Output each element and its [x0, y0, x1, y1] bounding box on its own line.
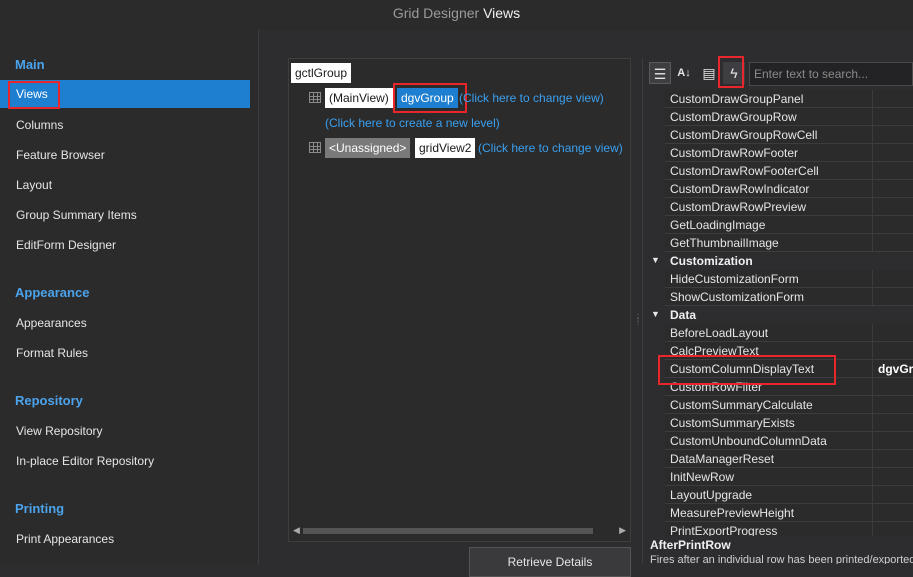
- retrieve-details-button[interactable]: Retrieve Details: [469, 547, 631, 577]
- grid-view-icon: [309, 92, 321, 103]
- description-title: AfterPrintRow: [650, 538, 731, 552]
- property-row[interactable]: PrintExportProgress: [645, 522, 913, 536]
- sidebar-item-feature-browser[interactable]: Feature Browser: [0, 141, 250, 169]
- main-view-tag[interactable]: (MainView): [325, 88, 393, 108]
- property-grid: CustomDrawGroupPanel CustomDrawGroupRow …: [645, 90, 913, 536]
- sidebar-item-group-summary-items[interactable]: Group Summary Items: [0, 201, 250, 229]
- property-name: CustomDrawGroupRow: [665, 108, 873, 126]
- categorized-icon[interactable]: ☰: [649, 62, 671, 84]
- root-grid-control[interactable]: gctlGroup: [291, 63, 352, 83]
- sub-view-name[interactable]: gridView2: [415, 138, 476, 158]
- property-name: CustomDrawRowFooterCell: [665, 162, 873, 180]
- sidebar-item-editform-designer[interactable]: EditForm Designer: [0, 231, 250, 259]
- property-row[interactable]: GetLoadingImage: [645, 216, 913, 234]
- property-row[interactable]: CustomDrawRowIndicator: [645, 180, 913, 198]
- section-repository: Repository: [15, 393, 83, 408]
- property-row[interactable]: CustomDrawGroupRow: [645, 108, 913, 126]
- sidebar-item-views[interactable]: Views: [0, 80, 250, 108]
- collapse-triangle-icon[interactable]: ▼: [651, 255, 660, 265]
- sidebar-item-appearances[interactable]: Appearances: [0, 309, 250, 337]
- property-name: MeasurePreviewHeight: [665, 504, 873, 522]
- property-name: GetLoadingImage: [665, 216, 873, 234]
- lightning-icon[interactable]: ϟ: [723, 62, 745, 84]
- unassigned-level-tag[interactable]: <Unassigned>: [325, 138, 411, 158]
- scroll-left-icon[interactable]: ◀: [293, 525, 300, 536]
- property-name: CustomSummaryCalculate: [665, 396, 873, 414]
- property-name: CustomUnboundColumnData: [665, 432, 873, 450]
- property-row[interactable]: CustomDrawGroupPanel: [645, 90, 913, 108]
- property-row[interactable]: CustomDrawRowFooter: [645, 144, 913, 162]
- property-name: PrintExportProgress: [665, 522, 873, 536]
- property-name: CustomRowFilter: [665, 378, 873, 396]
- property-row[interactable]: CustomDrawRowFooterCell: [645, 162, 913, 180]
- property-name: GetThumbnailImage: [665, 234, 873, 252]
- sidebar-item-columns[interactable]: Columns: [0, 111, 250, 139]
- sidebar-item-layout[interactable]: Layout: [0, 171, 250, 199]
- property-name: CustomDrawGroupPanel: [665, 90, 873, 108]
- window-title-section: Views: [483, 5, 521, 21]
- sidebar: Main Views Columns Feature Browser Layou…: [0, 30, 258, 564]
- property-name: LayoutUpgrade: [665, 486, 873, 504]
- property-pages-icon[interactable]: ▤: [698, 62, 720, 84]
- description-text: Fires after an individual row has been p…: [650, 554, 913, 564]
- property-row[interactable]: DataManagerReset: [645, 450, 913, 468]
- tree-horizontal-scrollbar[interactable]: ◀ ▶: [289, 524, 630, 538]
- scroll-right-icon[interactable]: ▶: [619, 525, 626, 536]
- panel-divider: [642, 58, 643, 564]
- property-description-panel: AfterPrintRow Fires after an individual …: [645, 536, 913, 564]
- property-name: CustomDrawRowPreview: [665, 198, 873, 216]
- property-row[interactable]: CustomUnboundColumnData: [645, 432, 913, 450]
- sidebar-item-view-repository[interactable]: View Repository: [0, 417, 250, 445]
- property-name: ShowCustomizationForm: [665, 288, 873, 306]
- category-data[interactable]: ▼ Data: [645, 306, 913, 324]
- property-row[interactable]: LayoutUpgrade: [645, 486, 913, 504]
- property-row[interactable]: CustomDrawRowPreview: [645, 198, 913, 216]
- change-sub-view-link[interactable]: (Click here to change view): [478, 141, 623, 155]
- sidebar-item-print-appearances[interactable]: Print Appearances: [0, 525, 250, 553]
- property-row[interactable]: CustomDrawGroupRowCell: [645, 126, 913, 144]
- property-name: DataManagerReset: [665, 450, 873, 468]
- sidebar-item-inplace-editor-repository[interactable]: In-place Editor Repository: [0, 447, 250, 475]
- property-name: BeforeLoadLayout: [665, 324, 873, 342]
- property-row[interactable]: MeasurePreviewHeight: [645, 504, 913, 522]
- property-row[interactable]: GetThumbnailImage: [645, 234, 913, 252]
- main-view-name[interactable]: dgvGroup: [397, 88, 458, 108]
- property-row[interactable]: ShowCustomizationForm: [645, 288, 913, 306]
- level-tree-panel: [288, 58, 631, 542]
- sidebar-item-format-rules[interactable]: Format Rules: [0, 339, 250, 367]
- property-value[interactable]: dgvGroup_CustomColumnDisplayText: [873, 360, 913, 378]
- create-new-level-link[interactable]: (Click here to create a new level): [325, 116, 500, 130]
- category-customization[interactable]: ▼ Customization: [645, 252, 913, 270]
- property-row[interactable]: BeforeLoadLayout: [645, 324, 913, 342]
- property-search-input[interactable]: [749, 62, 913, 86]
- property-row[interactable]: CustomSummaryExists: [645, 414, 913, 432]
- property-row[interactable]: InitNewRow: [645, 468, 913, 486]
- window-title: Grid Designer Views: [0, 0, 913, 30]
- sidebar-divider: [258, 30, 259, 564]
- property-name: HideCustomizationForm: [665, 270, 873, 288]
- window-title-prefix: Grid Designer: [392, 5, 480, 21]
- section-main: Main: [15, 57, 45, 72]
- property-name: CustomDrawRowIndicator: [665, 180, 873, 198]
- property-name: CustomDrawRowFooter: [665, 144, 873, 162]
- section-printing: Printing: [15, 501, 65, 516]
- sort-az-icon[interactable]: A↓: [673, 62, 695, 84]
- property-row-selected[interactable]: CustomColumnDisplayTextdgvGroup_CustomCo…: [645, 360, 913, 378]
- property-name: CustomColumnDisplayText: [665, 360, 873, 378]
- section-appearance: Appearance: [15, 285, 90, 300]
- property-row[interactable]: CustomRowFilter: [645, 378, 913, 396]
- property-row[interactable]: HideCustomizationForm: [645, 270, 913, 288]
- property-name: InitNewRow: [665, 468, 873, 486]
- change-main-view-link[interactable]: (Click here to change view): [459, 91, 604, 105]
- collapse-triangle-icon[interactable]: ▼: [651, 309, 660, 319]
- grid-view-icon: [309, 142, 321, 153]
- property-row[interactable]: CalcPreviewText: [645, 342, 913, 360]
- property-name: CustomDrawGroupRowCell: [665, 126, 873, 144]
- property-name: CustomSummaryExists: [665, 414, 873, 432]
- property-name: CalcPreviewText: [665, 342, 873, 360]
- scrollbar-thumb[interactable]: [303, 528, 593, 534]
- property-row[interactable]: CustomSummaryCalculate: [645, 396, 913, 414]
- splitter-grip-icon[interactable]: ⋮ ⋮: [634, 314, 642, 336]
